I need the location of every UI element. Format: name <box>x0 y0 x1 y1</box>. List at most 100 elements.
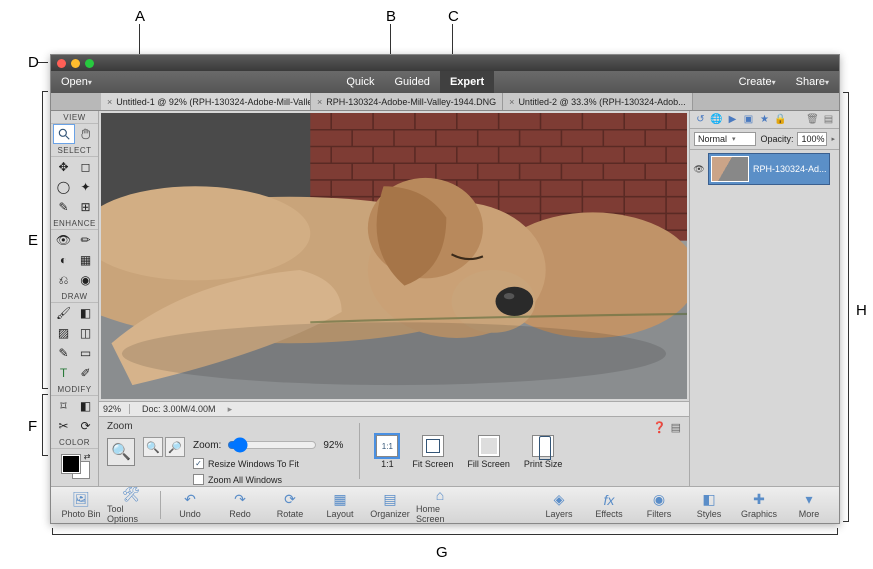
pencil-tool[interactable]: ✐ <box>75 363 97 383</box>
quick-select-tool[interactable]: ✎ <box>53 197 75 217</box>
undo-history-icon[interactable]: ↺ <box>694 113 707 126</box>
content-aware-tool[interactable]: ✂ <box>53 416 75 436</box>
task-label: Tool Options <box>107 504 155 524</box>
paint-bucket-tool[interactable]: ▨ <box>53 323 75 343</box>
mode-guided[interactable]: Guided <box>384 71 439 93</box>
lock-icon[interactable]: 🔒 <box>774 113 787 126</box>
callout-bracket <box>42 394 48 456</box>
crop-tool[interactable]: ⌑ <box>53 396 75 416</box>
options-title: Zoom <box>107 421 135 432</box>
task-label: Layers <box>545 509 572 519</box>
task-label: More <box>799 509 820 519</box>
redo-button[interactable]: ↷Redo <box>216 488 264 522</box>
effects-button[interactable]: fxEffects <box>585 488 633 522</box>
layers-button[interactable]: ◈Layers <box>535 488 583 522</box>
close-tab-icon[interactable]: × <box>317 97 322 107</box>
document-tab[interactable]: × Untitled-1 @ 92% (RPH-130324-Adobe-Mill… <box>101 93 311 110</box>
status-zoom[interactable]: 92% <box>103 404 130 414</box>
home-screen-button[interactable]: ⌂Home Screen <box>416 488 464 522</box>
window-icon[interactable]: ▣ <box>742 113 755 126</box>
blur-tool[interactable]: ⎌ <box>53 270 75 290</box>
zoom-in-button[interactable]: 🔍 <box>143 437 163 457</box>
minimize-icon[interactable] <box>71 59 80 68</box>
zoom-1to1-button[interactable]: 1:1 <box>376 435 398 469</box>
mode-quick[interactable]: Quick <box>336 71 384 93</box>
graphics-button[interactable]: ✚Graphics <box>735 488 783 522</box>
lasso-tool[interactable]: ◯ <box>53 177 75 197</box>
organizer-button[interactable]: ▤Organizer <box>366 488 414 522</box>
move-tool[interactable]: ✥ <box>53 157 75 177</box>
zoom-slider[interactable] <box>227 437 317 453</box>
tab-label: Untitled-1 @ 92% (RPH-130324-Adobe-Mill-… <box>116 97 311 107</box>
fit-screen-button[interactable]: Fit Screen <box>412 435 453 469</box>
recompose-tool[interactable]: ◧ <box>75 396 97 416</box>
photo-bin-button[interactable]: 🖼Photo Bin <box>57 488 105 522</box>
layer-row[interactable]: RPH-130324-Ad... <box>708 153 830 185</box>
document-tab[interactable]: ×Untitled-2 @ 33.3% (RPH-130324-Adob... <box>503 93 693 110</box>
image-canvas[interactable] <box>101 113 687 399</box>
gradient-tool[interactable]: ◫ <box>75 323 97 343</box>
hand-tool[interactable] <box>75 124 97 144</box>
status-bar: 92% Doc: 3.00M/4.00M ▸ <box>99 401 689 416</box>
layout-button[interactable]: ▦Layout <box>316 488 364 522</box>
app-window: Open Quick Guided Expert Create Share ×U… <box>50 54 840 524</box>
close-tab-icon[interactable]: × <box>107 97 112 107</box>
zoom-out-button[interactable]: 🔎 <box>165 437 185 457</box>
clone-stamp-tool[interactable]: ▦ <box>75 250 97 270</box>
rotate-button[interactable]: ⟳Rotate <box>266 488 314 522</box>
spot-heal-tool[interactable]: ◐ <box>53 250 75 270</box>
share-menu[interactable]: Share <box>786 76 839 88</box>
favorites-icon[interactable]: ★ <box>758 113 771 126</box>
zoom-all-checkbox[interactable] <box>193 474 204 485</box>
document-tabs: × Untitled-1 @ 92% (RPH-130324-Adobe-Mill… <box>51 93 839 111</box>
undo-button[interactable]: ↶Undo <box>166 488 214 522</box>
create-menu[interactable]: Create <box>729 76 786 88</box>
panel-menu-icon[interactable]: ▤ <box>671 421 681 434</box>
tool-options-button[interactable]: 🛠Tool Options <box>107 488 155 522</box>
panel-menu-icon[interactable]: ▤ <box>822 113 835 126</box>
color-wells[interactable]: ⇄ <box>60 453 90 479</box>
marquee-tool[interactable]: ◻ <box>75 157 97 177</box>
more-button[interactable]: ▾More <box>785 488 833 522</box>
maximize-icon[interactable] <box>85 59 94 68</box>
chevron-icon[interactable]: ▸ <box>831 135 835 143</box>
layer-visibility-icon[interactable]: 👁 <box>693 163 705 175</box>
fill-screen-button[interactable]: Fill Screen <box>467 435 510 469</box>
whiten-teeth-tool[interactable]: ✏ <box>75 230 97 250</box>
magic-wand-tool[interactable]: ✦ <box>75 177 97 197</box>
eraser-tool[interactable]: ◧ <box>75 303 97 323</box>
type-tool[interactable]: T <box>53 363 75 383</box>
red-eye-tool[interactable]: 👁 <box>53 230 75 250</box>
globe-icon[interactable]: 🌐 <box>710 113 723 126</box>
sponge-tool[interactable]: ◉ <box>75 270 97 290</box>
resize-windows-checkbox[interactable]: ✓ <box>193 458 204 469</box>
selection-brush-tool[interactable]: ⊞ <box>75 197 97 217</box>
status-menu-icon[interactable]: ▸ <box>228 404 233 415</box>
task-label: Undo <box>179 509 201 519</box>
tool-group-label: DRAW <box>51 290 98 303</box>
mode-expert[interactable]: Expert <box>440 71 494 93</box>
callout-bracket <box>52 528 838 535</box>
help-icon[interactable]: ❓ <box>653 421 667 434</box>
styles-button[interactable]: ◧Styles <box>685 488 733 522</box>
blend-mode-select[interactable]: Normal <box>694 132 756 146</box>
opacity-field[interactable]: 100% <box>797 132 827 146</box>
actions-icon[interactable]: ▶ <box>726 113 739 126</box>
callout-G: G <box>436 544 448 561</box>
close-icon[interactable] <box>57 59 66 68</box>
swap-colors-icon[interactable]: ⇄ <box>84 452 91 461</box>
print-size-button[interactable]: Print Size <box>524 435 563 469</box>
title-bar <box>51 55 839 71</box>
open-menu[interactable]: Open <box>51 76 102 88</box>
brush-tool[interactable]: 🖌 <box>53 303 75 323</box>
zoom-tool[interactable] <box>53 124 75 144</box>
shape-tool[interactable]: ▭ <box>75 343 97 363</box>
straighten-tool[interactable]: ⟳ <box>75 416 97 436</box>
document-tab[interactable]: ×RPH-130324-Adobe-Mill-Valley-1944.DNG <box>311 93 503 110</box>
filters-button[interactable]: ◉Filters <box>635 488 683 522</box>
trash-icon[interactable]: 🗑 <box>806 113 819 126</box>
close-tab-icon[interactable]: × <box>509 97 514 107</box>
fit-label: Print Size <box>524 459 563 469</box>
eyedropper-tool[interactable]: ✎ <box>53 343 75 363</box>
foreground-color[interactable] <box>62 455 80 473</box>
